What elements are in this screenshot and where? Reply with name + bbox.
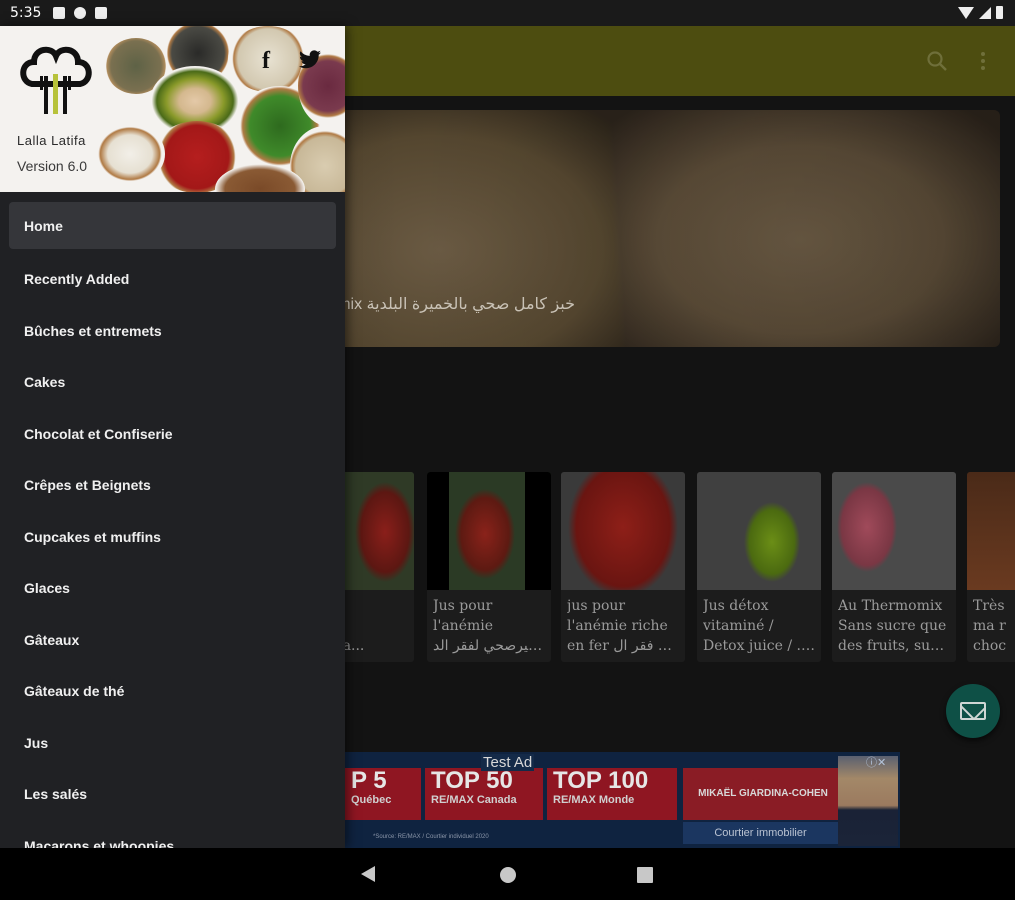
recipe-title: Jus pourl'anémieعصيرصحي لفقر الد...	[433, 598, 545, 654]
app-name: Lalla Latifa	[17, 133, 86, 148]
recipe-thumbnail	[697, 472, 821, 590]
recipe-title: Jus détoxvitaminé /Detox juice / ...عص	[703, 598, 815, 654]
ad-tile: P 5 Québec	[345, 768, 421, 820]
recipe-thumbnail	[832, 472, 956, 590]
facebook-icon[interactable]: f	[262, 48, 270, 75]
drawer-item-cakes[interactable]: Cakes	[0, 357, 337, 409]
status-icons	[958, 6, 1003, 19]
ad-source: *Source: RE/MAX / Courtier individuel 20…	[373, 834, 489, 840]
wifi-icon	[958, 6, 974, 19]
recipe-card[interactable]: Très ma r choc	[967, 472, 1015, 662]
drawer-item-jus[interactable]: Jus	[0, 717, 337, 769]
chef-hat-logo	[20, 46, 92, 114]
status-time: 5:35	[10, 5, 42, 21]
ad-tile-title: TOP 50	[431, 767, 513, 794]
home-icon[interactable]	[500, 867, 516, 883]
recipe-thumbnail	[967, 472, 1015, 590]
battery-icon	[996, 6, 1003, 19]
recipe-thumbnail	[427, 472, 551, 590]
notification-icon	[53, 7, 66, 19]
app-version: Version 6.0	[17, 158, 88, 174]
recipe-title: Très ma r choc	[973, 598, 1007, 654]
ad-label: Test Ad	[481, 754, 535, 771]
hero-title: خبز كامل صحي بالخميرة البلدية mix	[345, 296, 575, 313]
drawer-item-gateaux[interactable]: Gâteaux	[0, 614, 337, 666]
drawer-item-crepes[interactable]: Crêpes et Beignets	[0, 460, 337, 512]
recents-icon[interactable]	[637, 867, 653, 883]
drawer-menu: Home Recently Added Bûches et entremets …	[0, 202, 345, 848]
recipe-card[interactable]: Au Thermomix Sans sucre que des fruits, su…	[832, 472, 956, 662]
signal-icon	[979, 6, 991, 19]
ad-tile-title: TOP 100	[553, 767, 649, 794]
contact-fab[interactable]	[946, 684, 1000, 738]
status-bar: 5:35	[0, 0, 1015, 26]
recipe-card[interactable]: Jus pourl'anémieعصيرصحي لفقر الد...	[427, 472, 551, 662]
drawer-item-glaces[interactable]: Glaces	[0, 563, 337, 615]
drawer-item-macarons[interactable]: Macarons et whoopies	[0, 820, 337, 848]
twitter-icon[interactable]	[298, 50, 322, 70]
drawer-item-recently-added[interactable]: Recently Added	[0, 254, 337, 306]
ingredient-bowl	[95, 124, 165, 184]
search-icon[interactable]	[926, 50, 948, 72]
drawer-item-les-sales[interactable]: Les salés	[0, 769, 337, 821]
ad-choices-icon[interactable]: ⓘ✕	[866, 754, 886, 770]
recipe-card[interactable]: jus pourl'anémie richeen fer عصير فقر ال…	[561, 472, 685, 662]
drawer-item-cupcakes[interactable]: Cupcakes et muffins	[0, 511, 337, 563]
ad-tile: TOP 100 RE/MAX Monde	[547, 768, 677, 820]
ad-agent-title: Courtier immobilier	[683, 822, 838, 844]
ad-tile-subtitle: RE/MAX Canada	[431, 794, 517, 806]
ad-agent-box: MIKAËL GIARDINA-COHEN	[683, 768, 843, 820]
more-vert-icon[interactable]	[978, 50, 988, 72]
drawer-item-buches[interactable]: Bûches et entremets	[0, 305, 337, 357]
drawer-item-gateaux-de-the[interactable]: Gâteaux de thé	[0, 666, 337, 718]
ad-tile: TOP 50 RE/MAX Canada	[425, 768, 543, 820]
sd-card-icon	[95, 7, 108, 19]
recipe-thumbnail	[561, 472, 685, 590]
mail-icon	[960, 702, 986, 720]
drawer-item-home[interactable]: Home	[9, 202, 336, 249]
app-notification-icon	[74, 7, 87, 19]
recipe-title: jus pourl'anémie richeen fer عصير فقر ال…	[567, 598, 679, 654]
ad-tile-subtitle: RE/MAX Monde	[553, 794, 635, 806]
ad-tile-subtitle: Québec	[351, 794, 392, 806]
drawer-item-chocolat[interactable]: Chocolat et Confiserie	[0, 408, 337, 460]
system-navigation-bar	[0, 848, 1015, 900]
back-icon[interactable]	[361, 866, 375, 882]
navigation-drawer: Lalla Latifa Version 6.0 f Home Recently…	[0, 26, 345, 848]
recipe-card[interactable]: Jus détoxvitaminé /Detox juice / ...عص	[697, 472, 821, 662]
ad-tile-title: P 5	[351, 767, 387, 794]
recipe-title: Au Thermomix Sans sucre que des fruits, su…	[838, 598, 950, 654]
drawer-header: Lalla Latifa Version 6.0 f	[0, 26, 345, 192]
ad-agent-name: MIKAËL GIARDINA-COHEN	[698, 788, 828, 799]
